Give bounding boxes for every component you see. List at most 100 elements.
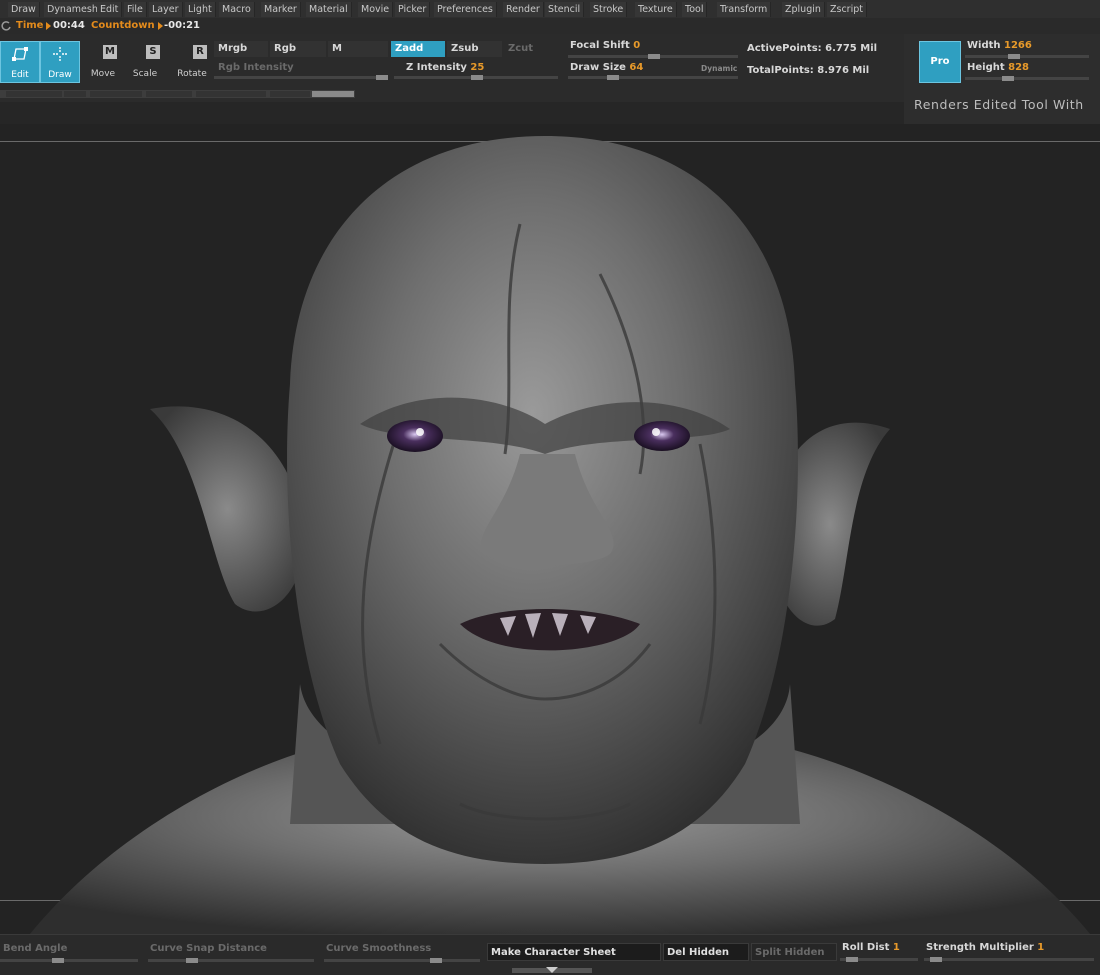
roll-dist-knob[interactable] [846,957,858,962]
menu-draw[interactable]: Draw [8,2,40,17]
time-arrow-icon [46,22,51,30]
menu-zscript[interactable]: Zscript [827,2,867,17]
curve-snap-slider[interactable]: Curve Snap Distance [150,943,267,954]
progress-strip [0,90,355,98]
width-track [965,55,1089,58]
menu-movie[interactable]: Movie [358,2,394,17]
scale-label: Scale [132,69,158,79]
menu-stroke[interactable]: Stroke [590,2,628,17]
refresh-icon[interactable] [1,20,11,32]
viewport-canvas[interactable] [0,124,1100,934]
width-knob[interactable] [1008,54,1020,59]
strength-multiplier-knob[interactable] [930,957,942,962]
zcut-button[interactable]: Zcut [504,41,558,57]
split-hidden-button[interactable]: Split Hidden [751,943,837,961]
mrgb-button[interactable]: Mrgb [214,41,268,57]
strength-multiplier-slider[interactable]: Strength Multiplier 1 [926,942,1044,953]
strip-segment [64,91,86,97]
menu-bar: Draw Dynamesh Edit File Layer Light Macr… [0,0,1100,18]
rotate-label: Rotate [177,69,207,79]
width-value: 1266 [1004,40,1032,51]
rgb-intensity-knob[interactable] [376,75,388,80]
menu-texture[interactable]: Texture [635,2,677,17]
focal-shift-knob[interactable] [648,54,660,59]
menu-dynamesh[interactable]: Dynamesh [44,2,102,17]
sculpt-model [30,136,1090,934]
draw-icon [53,47,67,61]
menu-zplugin[interactable]: Zplugin [782,2,825,17]
strip-scroll-thumb[interactable] [312,91,354,97]
draw-size-track [568,76,738,79]
z-intensity-label: Z Intensity [406,62,467,73]
draw-size-slider[interactable]: Draw Size 64 [570,62,643,73]
curve-snap-knob[interactable] [186,958,198,963]
width-label: Width [967,40,1001,51]
strength-multiplier-label: Strength Multiplier [926,942,1034,953]
roll-dist-slider[interactable]: Roll Dist 1 [842,942,900,953]
draw-button[interactable]: Draw [40,41,80,83]
rotate-icon: R [193,45,207,59]
rgb-button[interactable]: Rgb [270,41,326,57]
curve-smooth-knob[interactable] [430,958,442,963]
zsub-button[interactable]: Zsub [447,41,502,57]
scale-button[interactable]: S Scale [126,41,164,81]
curve-snap-track [148,959,314,962]
menu-light[interactable]: Light [185,2,216,17]
edit-button[interactable]: Edit [0,41,40,83]
menu-transform[interactable]: Transform [717,2,772,17]
curve-smooth-slider[interactable]: Curve Smoothness [326,943,431,954]
height-value: 828 [1008,62,1029,73]
menu-edit[interactable]: Edit [97,2,123,17]
focal-shift-value: 0 [633,40,641,51]
strip-segment [90,91,142,97]
menu-material[interactable]: Material [306,2,352,17]
z-intensity-knob[interactable] [471,75,483,80]
menu-file[interactable]: File [124,2,147,17]
menu-marker[interactable]: Marker [261,2,301,17]
active-points: ActivePoints: 6.775 Mil [747,43,878,54]
time-label: Time [16,20,44,31]
draw-size-label: Draw Size [570,62,626,73]
roll-dist-label: Roll Dist [842,942,890,953]
zadd-button[interactable]: Zadd [391,41,445,57]
right-eye [634,421,690,451]
total-points: TotalPoints: 8.976 Mil [747,65,870,76]
menu-picker[interactable]: Picker [395,2,431,17]
bend-angle-knob[interactable] [52,958,64,963]
menu-layer[interactable]: Layer [149,2,183,17]
width-slider[interactable]: Width 1266 [967,40,1032,51]
strength-multiplier-track [924,958,1094,961]
draw-size-knob[interactable] [607,75,619,80]
focal-shift-label: Focal Shift [570,40,630,51]
height-track [965,77,1089,80]
height-knob[interactable] [1002,76,1014,81]
rgb-intensity-slider[interactable]: Rgb Intensity [214,60,388,76]
menu-macro[interactable]: Macro [219,2,255,17]
timer-row: Time 00:44 Countdown -00:21 [0,18,1100,34]
bend-angle-slider[interactable]: Bend Angle [3,943,67,954]
menu-preferences[interactable]: Preferences [434,2,497,17]
dynamic-toggle[interactable]: Dynamic [701,64,737,73]
scale-icon: S [146,45,160,59]
render-caption: Renders Edited Tool With [914,97,1084,112]
make-character-sheet-button[interactable]: Make Character Sheet [487,943,661,961]
menu-stencil[interactable]: Stencil [545,2,585,17]
bend-angle-track [0,959,138,962]
menu-tool[interactable]: Tool [682,2,708,17]
curve-smooth-track [324,959,480,962]
height-slider[interactable]: Height 828 [967,62,1029,73]
move-button[interactable]: M Move [84,41,122,81]
m-button[interactable]: M [328,41,388,57]
pro-button[interactable]: Pro [919,41,961,83]
menu-render[interactable]: Render [503,2,544,17]
draw-label: Draw [48,70,72,80]
z-intensity-slider[interactable]: Z Intensity 25 [406,62,484,73]
del-hidden-button[interactable]: Del Hidden [663,943,749,961]
focal-shift-slider[interactable]: Focal Shift 0 [570,40,640,51]
time-value: 00:44 [53,20,85,31]
strip-segment [146,91,192,97]
rotate-button[interactable]: R Rotate [173,41,211,81]
strip-segment [270,91,310,97]
strength-multiplier-value: 1 [1037,942,1045,953]
height-label: Height [967,62,1005,73]
